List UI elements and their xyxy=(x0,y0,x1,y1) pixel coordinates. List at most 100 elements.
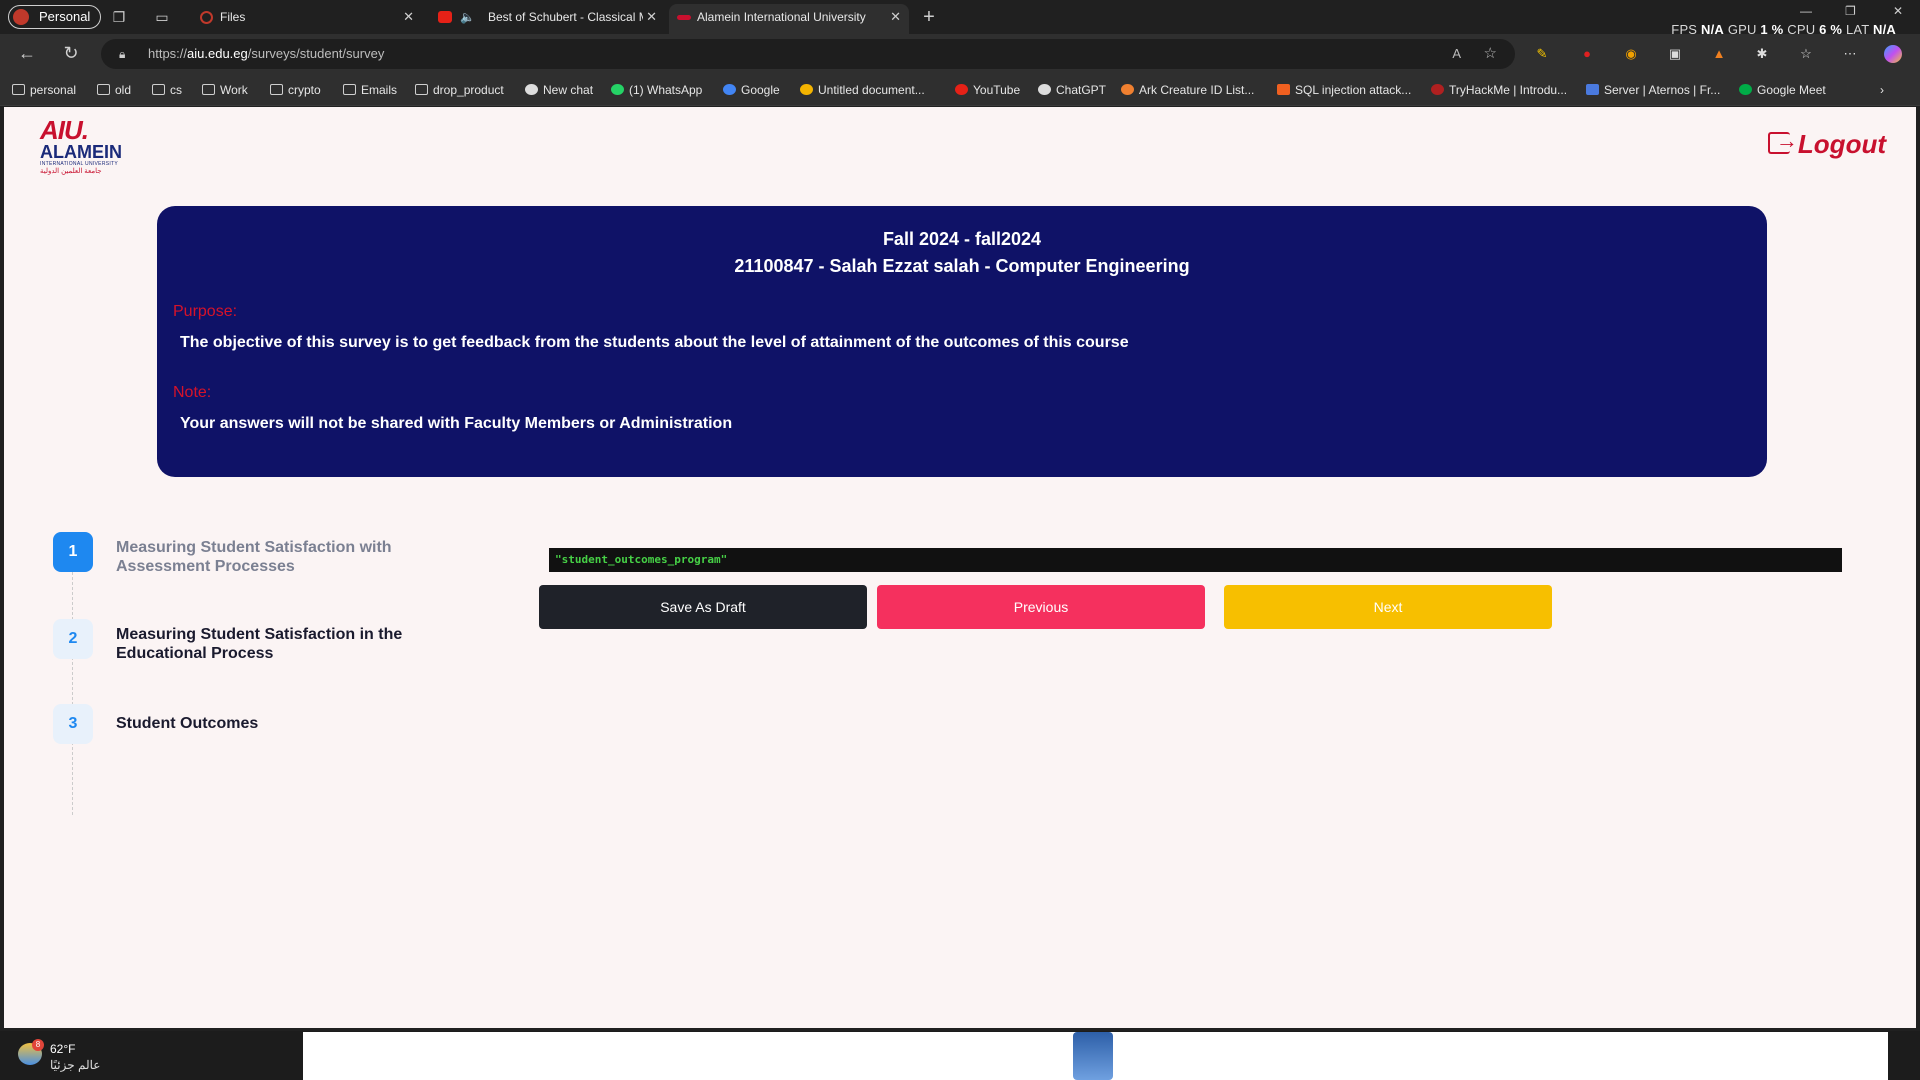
ark-icon xyxy=(1121,84,1134,95)
url-prefix: https:// xyxy=(148,46,188,61)
close-window-icon[interactable]: ✕ xyxy=(1893,4,1903,18)
bookmark-label: old xyxy=(115,83,132,97)
back-icon[interactable]: ← xyxy=(16,42,38,64)
previous-button[interactable]: Previous xyxy=(877,585,1205,629)
bookmarks-bar: personal old cs Work crypto Emails drop_… xyxy=(0,74,1920,106)
note-label: Note: xyxy=(173,384,212,401)
bookmark-whatsapp[interactable]: (1) WhatsApp xyxy=(611,82,702,98)
close-tab-icon[interactable]: ✕ xyxy=(643,4,657,30)
read-aloud-icon[interactable]: A xyxy=(1452,39,1461,69)
youtube-icon xyxy=(955,84,968,95)
next-button[interactable]: Next xyxy=(1224,585,1552,629)
bookmark-drop-product[interactable]: drop_product xyxy=(415,82,504,98)
openai-icon xyxy=(525,84,538,95)
logout-button[interactable]: → Logout xyxy=(1767,128,1886,159)
metamask-extension-icon[interactable]: ▲ xyxy=(1710,45,1728,63)
tab-label: Alamein International University xyxy=(697,10,866,24)
extensions-icon[interactable]: ✱ xyxy=(1753,45,1771,63)
favorite-star-icon[interactable]: ☆ xyxy=(1484,39,1497,69)
workspaces-icon[interactable]: ❐ xyxy=(110,8,128,26)
bookmark-cs[interactable]: cs xyxy=(152,82,182,98)
close-tab-icon[interactable]: ✕ xyxy=(403,4,414,30)
mcafee-extension-icon[interactable]: ● xyxy=(1578,45,1596,63)
aiu-logo[interactable]: AIU. ALAMEIN INTERNATIONAL UNIVERSITY جا… xyxy=(40,117,136,181)
step-label: Measuring Student Satisfaction in the Ed… xyxy=(116,626,403,662)
highlighter-extension-icon[interactable]: ✎ xyxy=(1533,45,1551,63)
profile-label: Personal xyxy=(39,9,91,24)
preview-figure-icon xyxy=(1073,1032,1113,1080)
bookmark-label: TryHackMe | Introdu... xyxy=(1449,83,1568,97)
aiu-icon xyxy=(677,15,691,20)
restore-icon[interactable]: ❐ xyxy=(1845,4,1856,18)
bookmark-google[interactable]: Google xyxy=(723,82,780,98)
step-label: Measuring Student Satisfaction with Asse… xyxy=(116,539,392,575)
tab-schubert[interactable]: 🔈 Best of Schubert - Classical M ✕ xyxy=(430,4,665,34)
url-field[interactable]: 🔒︎ https://aiu.edu.eg/surveys/student/su… xyxy=(101,39,1515,69)
bookmark-ark[interactable]: Ark Creature ID List... xyxy=(1121,82,1254,98)
step-3[interactable]: 3 Student Outcomes xyxy=(53,704,453,754)
folder-icon xyxy=(343,84,356,95)
folder-icon xyxy=(152,84,165,95)
bookmark-old[interactable]: old xyxy=(97,82,131,98)
tab-actions-icon[interactable]: ▭ xyxy=(153,8,171,26)
profile-avatar-icon xyxy=(13,9,29,25)
step-number: 1 xyxy=(53,532,93,572)
step-number: 2 xyxy=(53,619,93,659)
bookmark-aternos[interactable]: Server | Aternos | Fr... xyxy=(1586,82,1720,98)
new-tab-icon[interactable]: + xyxy=(920,7,938,27)
survey-steps: 1 Measuring Student Satisfaction with As… xyxy=(53,532,453,902)
bookmark-label: ChatGPT xyxy=(1056,83,1107,97)
save-draft-button[interactable]: Save As Draft xyxy=(539,585,867,629)
speaker-icon[interactable]: 🔈 xyxy=(460,4,475,30)
survey-page: AIU. ALAMEIN INTERNATIONAL UNIVERSITY جا… xyxy=(4,107,1916,1028)
bookmark-label: Work xyxy=(220,83,248,97)
bookmark-sql[interactable]: SQL injection attack... xyxy=(1277,82,1411,98)
bookmark-label: Server | Aternos | Fr... xyxy=(1604,83,1721,97)
bookmark-tryhackme[interactable]: TryHackMe | Introdu... xyxy=(1431,82,1567,98)
bookmark-chatgpt[interactable]: ChatGPT xyxy=(1038,82,1106,98)
bookmark-emails[interactable]: Emails xyxy=(343,82,397,98)
bookmark-untitled-doc[interactable]: Untitled document... xyxy=(800,82,925,98)
youtube-icon xyxy=(438,11,452,23)
bookmark-crypto[interactable]: crypto xyxy=(270,82,321,98)
cookie-extension-icon[interactable]: ◉ xyxy=(1622,45,1640,63)
folder-icon xyxy=(12,84,25,95)
tab-files[interactable]: Files ✕ xyxy=(192,4,422,34)
logo-line-1: AIU. xyxy=(40,115,89,145)
meet-icon xyxy=(1739,84,1752,95)
bookmark-work[interactable]: Work xyxy=(202,82,248,98)
bookmark-personal[interactable]: personal xyxy=(12,82,76,98)
student-title: 21100847 - Salah Ezzat salah - Computer … xyxy=(734,256,1190,276)
tab-label: Files xyxy=(220,10,246,24)
logout-label: Logout xyxy=(1797,129,1886,159)
weather-widget[interactable]: 8 62°F عالم جزئيًا xyxy=(18,1039,298,1073)
bookmark-new-chat[interactable]: New chat xyxy=(525,82,593,98)
bookmark-label: Emails xyxy=(361,83,398,97)
bookmark-meet[interactable]: Google Meet xyxy=(1739,82,1826,98)
purpose-text: The objective of this survey is to get f… xyxy=(180,334,1129,351)
tab-alamein[interactable]: Alamein International University ✕ xyxy=(669,4,909,34)
reader-extension-icon[interactable]: ▣ xyxy=(1666,45,1684,63)
close-tab-icon[interactable]: ✕ xyxy=(890,4,901,30)
copilot-icon[interactable] xyxy=(1884,45,1902,63)
step-1[interactable]: 1 Measuring Student Satisfaction with As… xyxy=(53,532,453,582)
minimize-icon[interactable]: — xyxy=(1800,4,1812,18)
tryhackme-icon xyxy=(1431,84,1444,95)
window-preview xyxy=(303,1032,1888,1080)
bookmark-label: New chat xyxy=(543,83,594,97)
bookmarks-overflow-icon[interactable]: › xyxy=(1880,82,1884,98)
folder-icon xyxy=(202,84,215,95)
profile-button[interactable]: Personal xyxy=(8,5,102,29)
favorites-icon[interactable]: ☆ xyxy=(1797,45,1815,63)
bookmark-youtube[interactable]: YouTube xyxy=(955,82,1020,98)
browser-tab-bar: Personal ❐ ▭ Files ✕ 🔈 Best of Schubert … xyxy=(0,0,1920,37)
more-menu-icon[interactable]: ⋯ xyxy=(1841,45,1859,63)
refresh-icon[interactable]: ↻ xyxy=(60,42,82,64)
step-2[interactable]: 2 Measuring Student Satisfaction in the … xyxy=(53,619,453,669)
openai-icon xyxy=(1038,84,1051,95)
whatsapp-icon xyxy=(611,84,624,95)
step-label: Student Outcomes xyxy=(116,715,259,732)
bookmark-label: SQL injection attack... xyxy=(1295,83,1412,97)
logout-arrow-icon: → xyxy=(1775,128,1798,153)
bookmark-label: personal xyxy=(30,83,77,97)
